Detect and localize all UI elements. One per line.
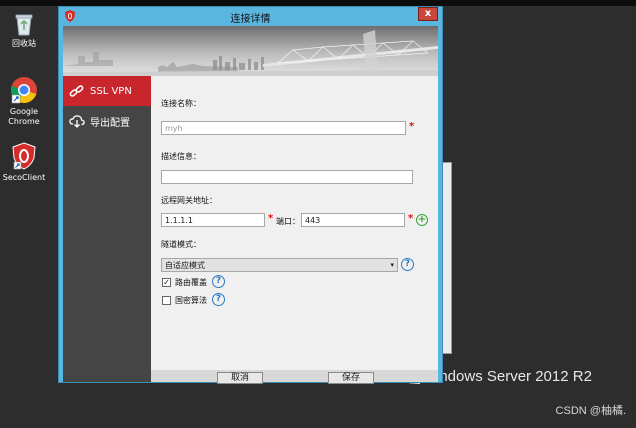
sidebar: SSL VPN 导出配置: [63, 76, 151, 382]
windows-server-watermark: indows Server 2012 R2: [436, 368, 592, 385]
dialog-titlebar[interactable]: 连接详情 x: [59, 7, 442, 25]
port-label: 端口：: [276, 217, 300, 226]
route-cover-checkbox[interactable]: ✓: [162, 278, 171, 287]
desktop-icon-label: 回收站: [12, 39, 36, 48]
desktop-icon-label: Google Chrome: [8, 107, 40, 126]
tunnel-mode-label: 隧道模式：: [161, 240, 201, 249]
secoclient-shield-icon: [12, 142, 36, 170]
sidebar-item-label: 导出配置: [90, 117, 130, 129]
close-icon: x: [424, 8, 432, 19]
connection-details-dialog: 连接详情 x SSL VPN 导出配置 连接名称： myh * 描述信息： 远程…: [58, 6, 443, 384]
required-mark: *: [408, 213, 414, 224]
sidebar-item-ssl-vpn[interactable]: SSL VPN: [63, 76, 151, 106]
desktop-icon-label: SecoClient: [2, 173, 46, 182]
sidebar-item-export-config[interactable]: 导出配置: [63, 106, 151, 136]
link-icon: [69, 85, 84, 97]
required-mark: *: [409, 121, 415, 132]
national-algorithm-label: 国密算法: [175, 296, 207, 305]
description-field[interactable]: [161, 170, 413, 184]
chrome-icon: [10, 77, 37, 104]
save-button[interactable]: 保存: [328, 372, 374, 384]
route-cover-help-icon[interactable]: ?: [212, 275, 225, 288]
form-panel: 连接名称： myh * 描述信息： 远程网关地址： 1.1.1.1 * 端口： …: [151, 76, 438, 384]
gateway-label: 远程网关地址：: [161, 196, 217, 205]
tunnel-mode-select[interactable]: 自适应模式 ▾: [161, 258, 398, 272]
connection-name-field[interactable]: myh: [161, 121, 406, 135]
desktop-icon-chrome[interactable]: Google Chrome: [0, 76, 48, 127]
banner-image: [63, 26, 438, 76]
tunnel-help-icon[interactable]: ?: [401, 258, 414, 271]
sidebar-item-label: SSL VPN: [90, 85, 132, 97]
national-algorithm-checkbox[interactable]: [162, 296, 171, 305]
add-gateway-icon[interactable]: +: [416, 214, 428, 226]
desktop-icon-recycle-bin[interactable]: 回收站: [0, 12, 48, 49]
route-cover-label: 路由覆盖: [175, 278, 207, 287]
bridge-skyline-illustration: [63, 30, 438, 76]
cloud-download-icon: [69, 115, 85, 128]
required-mark: *: [268, 213, 274, 224]
close-button[interactable]: x: [418, 7, 438, 21]
connection-name-label: 连接名称：: [161, 99, 201, 108]
desktop-icon-secoclient[interactable]: SecoClient: [0, 142, 48, 183]
button-bar: 取消 保存: [151, 370, 438, 384]
csdn-credit: CSDN @柚橘.: [555, 405, 626, 417]
tunnel-mode-value: 自适应模式: [165, 261, 205, 270]
chevron-down-icon: ▾: [390, 261, 394, 269]
cancel-button[interactable]: 取消: [217, 372, 263, 384]
national-algorithm-help-icon[interactable]: ?: [212, 293, 225, 306]
dialog-title: 连接详情: [230, 14, 271, 25]
recycle-bin-icon: [15, 14, 33, 36]
description-label: 描述信息：: [161, 152, 201, 161]
gateway-address-field[interactable]: 1.1.1.1: [161, 213, 265, 227]
port-field[interactable]: 443: [301, 213, 405, 227]
